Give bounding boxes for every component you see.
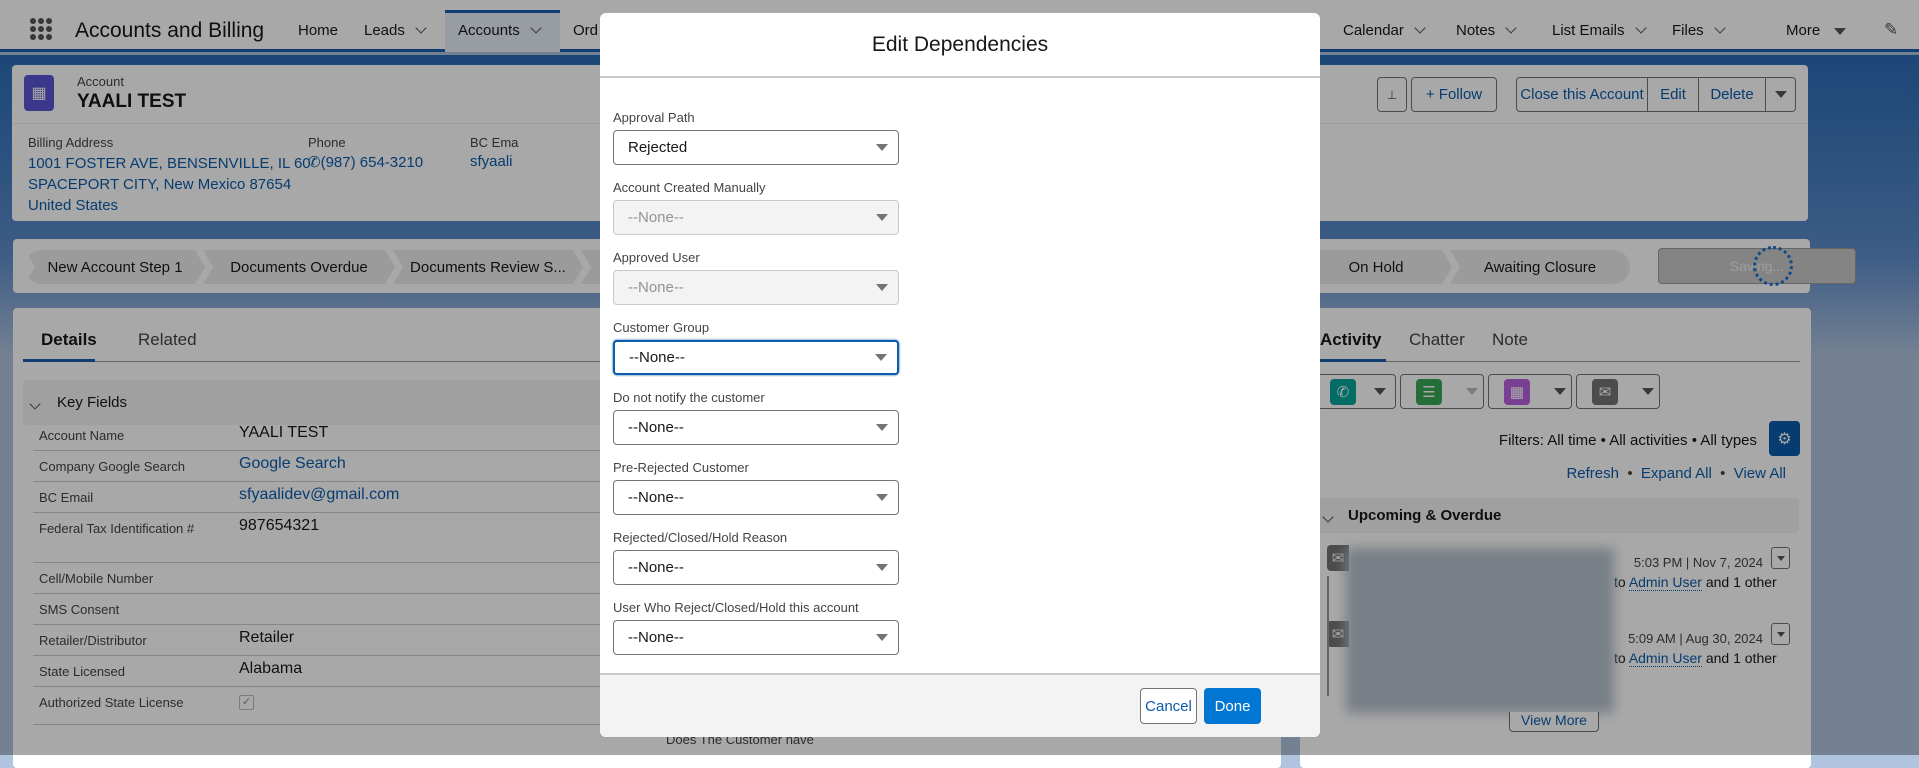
dependency-field: Approval Path Rejected (613, 110, 899, 165)
dependency-field: Rejected/Closed/Hold Reason --None-- (613, 530, 899, 585)
picklist-select: --None-- (613, 200, 899, 235)
caret-down-icon (876, 564, 888, 571)
field-label: User Who Reject/Closed/Hold this account (613, 600, 859, 615)
caret-down-icon (876, 214, 888, 221)
caret-down-icon (876, 424, 888, 431)
edit-dependencies-modal: Edit Dependencies Approval Path Rejected A… (600, 13, 1320, 737)
picklist-select[interactable]: --None-- (613, 620, 899, 655)
field-label: Customer Group (613, 320, 710, 335)
field-label: Rejected/Closed/Hold Reason (613, 530, 788, 545)
caret-down-icon (876, 494, 888, 501)
dependency-field: Account Created Manually --None-- (613, 180, 899, 235)
field-label: Account Created Manually (613, 180, 766, 195)
dependency-field: Customer Group --None-- (613, 320, 899, 375)
field-label: Pre-Rejected Customer (613, 460, 749, 475)
dependency-field: User Who Reject/Closed/Hold this account… (613, 600, 899, 655)
picklist-select[interactable]: --None-- (613, 550, 899, 585)
field-label: Do not notify the customer (613, 390, 765, 405)
picklist-select[interactable]: Rejected (613, 130, 899, 165)
caret-down-icon (876, 634, 888, 641)
caret-down-icon (875, 354, 887, 361)
dependency-field: Pre-Rejected Customer --None-- (613, 460, 899, 515)
picklist-select[interactable]: --None-- (613, 410, 899, 445)
done-button[interactable]: Done (1204, 688, 1261, 724)
caret-down-icon (876, 284, 888, 291)
field-label: Approval Path (613, 110, 695, 125)
modal-footer: Cancel Done (600, 673, 1320, 737)
caret-down-icon (876, 144, 888, 151)
picklist-select[interactable]: --None-- (613, 480, 899, 515)
field-label: Approved User (613, 250, 700, 265)
cancel-button[interactable]: Cancel (1140, 688, 1197, 724)
modal-title: Edit Dependencies (600, 13, 1320, 78)
dependency-field: Approved User --None-- (613, 250, 899, 305)
dependency-field: Do not notify the customer --None-- (613, 390, 899, 445)
picklist-select: --None-- (613, 270, 899, 305)
picklist-select[interactable]: --None-- (613, 340, 899, 375)
